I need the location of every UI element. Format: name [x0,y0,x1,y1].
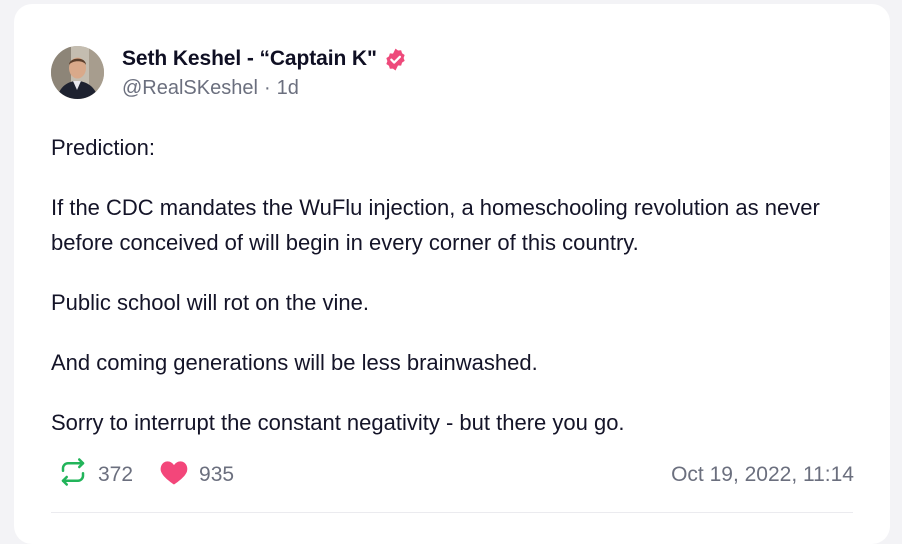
like-count: 935 [199,463,235,486]
post-timestamp[interactable]: Oct 19, 2022, 11:14 [671,463,854,487]
repost-icon [58,457,88,493]
divider [51,512,853,513]
post-paragraph: Sorry to interrupt the constant negativi… [51,410,625,435]
post-age[interactable]: 1d [277,77,299,100]
author-display-name[interactable]: Seth Keshel - “Captain K" [122,47,377,71]
separator-dot: · [263,77,271,99]
like-button[interactable]: 935 [159,458,234,492]
post-paragraph: If the CDC mandates the WuFlu injection,… [51,195,820,255]
post-body: Prediction: If the CDC mandates the WuFl… [51,130,861,465]
author-handle[interactable]: @RealSKeshel [122,77,258,100]
post-footer: 372 935 Oct 19, 2022, 11:14 [58,457,854,493]
avatar[interactable] [51,46,104,99]
post-card: Seth Keshel - “Captain K" @RealSKeshel ·… [14,4,890,544]
verified-badge-icon [383,47,408,72]
name-row: Seth Keshel - “Captain K" [122,45,408,73]
heart-icon [159,458,189,492]
post-header: Seth Keshel - “Captain K" @RealSKeshel ·… [51,45,408,100]
repost-count: 372 [98,463,134,486]
post-paragraph: Public school will rot on the vine. [51,290,369,315]
handle-row: @RealSKeshel · 1d [122,77,408,100]
author-block: Seth Keshel - “Captain K" @RealSKeshel ·… [122,45,408,100]
repost-button[interactable]: 372 [58,457,133,493]
avatar-photo-icon [51,46,104,99]
post-paragraph: Prediction: [51,135,155,160]
post-paragraph: And coming generations will be less brai… [51,350,538,375]
